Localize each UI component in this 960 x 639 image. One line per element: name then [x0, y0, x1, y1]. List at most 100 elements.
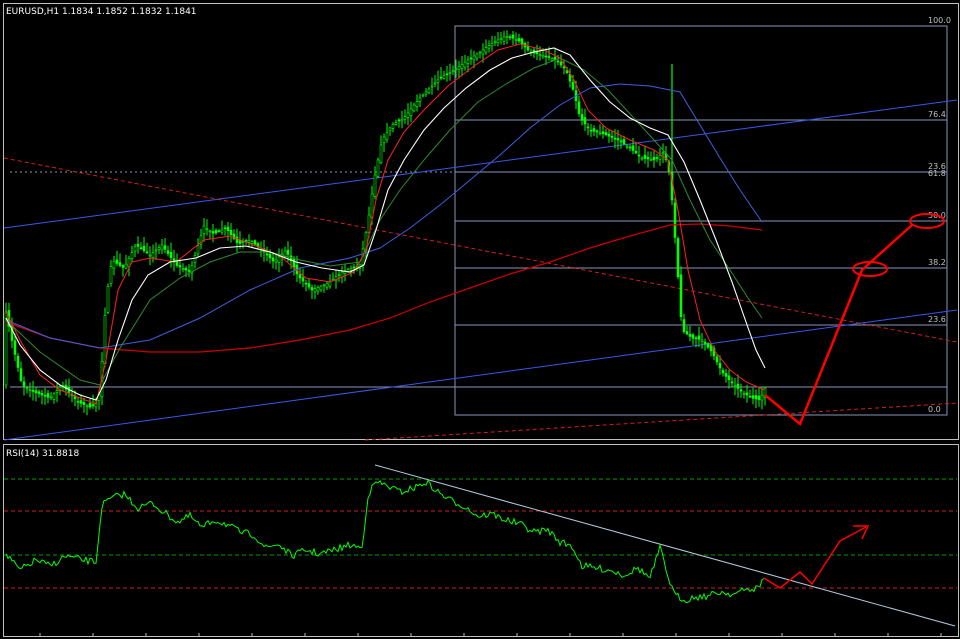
candle-body	[268, 253, 272, 259]
candle-body	[82, 401, 86, 405]
candle-body	[454, 68, 458, 70]
candle-body	[643, 154, 647, 159]
candle-body	[691, 334, 695, 339]
candle-body	[427, 88, 431, 94]
candle-body	[160, 244, 164, 251]
candle-body	[373, 174, 377, 197]
candle-body	[580, 114, 584, 121]
candle-body	[88, 402, 92, 408]
candle-body	[103, 314, 107, 364]
candle-body	[457, 66, 461, 70]
candle-body	[406, 112, 410, 118]
candle-body	[655, 157, 659, 159]
candle-body	[502, 36, 506, 42]
candle-body	[745, 392, 749, 396]
candle-body	[130, 252, 134, 260]
candle-body	[169, 252, 173, 259]
candle-body	[400, 118, 404, 122]
candle-body	[265, 253, 269, 256]
candle-body	[451, 70, 455, 72]
candle-body	[316, 287, 320, 292]
candle-body	[403, 116, 407, 120]
candle-body	[301, 277, 305, 282]
candle-body	[628, 146, 632, 149]
candle-body	[490, 43, 494, 47]
candle-body	[25, 387, 29, 390]
candle-body	[325, 283, 329, 288]
chart-background	[0, 0, 960, 639]
candle-body	[640, 157, 644, 160]
candle-body	[148, 254, 152, 257]
candle-body	[739, 389, 743, 392]
candle-body	[277, 256, 281, 263]
candle-body	[760, 394, 764, 401]
candle-body	[607, 133, 611, 137]
candle-body	[157, 247, 161, 250]
candle-body	[370, 193, 374, 218]
symbol-info-label: EURUSD,H1 1.1834 1.1852 1.1832 1.1841	[6, 7, 197, 17]
candle-body	[754, 395, 758, 400]
candle-body	[391, 124, 395, 129]
candle-body	[133, 246, 137, 252]
fib-label-100: 100.0	[928, 16, 951, 25]
candle-body	[271, 257, 275, 262]
candle-body	[724, 373, 728, 377]
candle-body	[79, 400, 83, 404]
candle-body	[625, 145, 629, 148]
candle-body	[379, 144, 383, 164]
fib-label-23: 23.6	[928, 315, 946, 324]
candle-body	[583, 117, 587, 125]
candle-body	[217, 230, 221, 232]
candle-body	[547, 56, 551, 58]
candle-body	[13, 340, 17, 355]
candle-body	[394, 122, 398, 125]
candle-body	[508, 36, 512, 39]
candle-body	[472, 55, 476, 61]
candle-body	[178, 265, 182, 268]
candle-body	[19, 368, 23, 381]
candle-body	[139, 247, 143, 249]
candle-body	[52, 393, 56, 400]
candle-body	[673, 202, 677, 238]
candle-body	[43, 394, 47, 397]
candle-body	[559, 61, 563, 66]
candle-body	[202, 225, 206, 234]
candle-body	[499, 38, 503, 40]
candle-body	[376, 159, 380, 177]
candle-body	[337, 274, 341, 276]
candle-body	[55, 390, 59, 393]
candle-body	[37, 391, 41, 395]
candle-body	[436, 79, 440, 83]
candle-body	[595, 130, 599, 133]
candle-body	[307, 283, 311, 288]
candle-body	[181, 268, 185, 271]
candle-body	[151, 252, 155, 258]
candle-body	[493, 41, 497, 44]
candle-body	[235, 236, 239, 243]
candle-body	[433, 82, 437, 85]
candle-body	[514, 38, 518, 41]
candle-body	[505, 35, 509, 38]
candle-body	[646, 156, 650, 160]
candle-body	[304, 282, 308, 285]
candle-body	[526, 46, 530, 51]
candle-body	[721, 369, 725, 374]
candle-body	[463, 61, 467, 68]
candle-body	[475, 53, 479, 59]
candle-body	[487, 45, 491, 49]
candle-body	[757, 395, 761, 401]
candle-body	[538, 54, 542, 56]
candle-body	[520, 38, 524, 45]
candle-body	[622, 139, 626, 145]
candle-body	[124, 263, 128, 269]
candle-body	[481, 49, 485, 55]
candle-body	[298, 274, 302, 279]
candle-body	[571, 81, 575, 90]
candle-body	[736, 383, 740, 389]
candle-body	[442, 75, 446, 79]
candle-body	[163, 245, 167, 250]
candle-body	[16, 355, 20, 368]
candle-body	[127, 258, 131, 267]
candle-body	[28, 389, 32, 392]
candle-body	[109, 266, 113, 285]
